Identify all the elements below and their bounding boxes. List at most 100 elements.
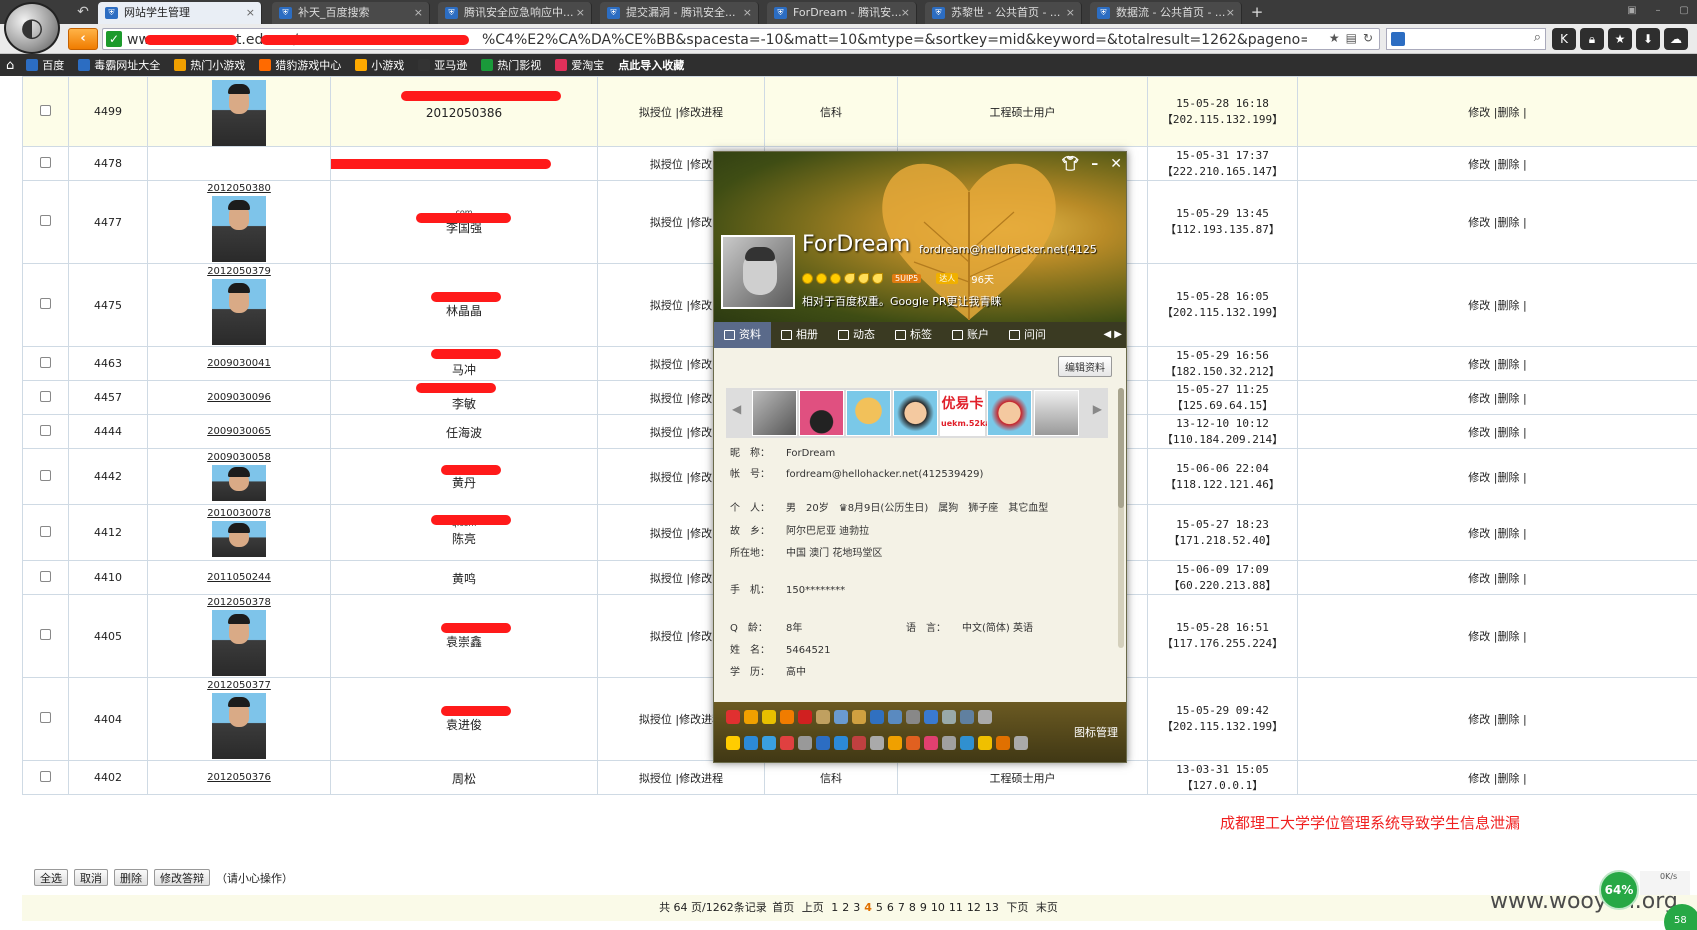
delete-link[interactable]: |删除 bbox=[1494, 392, 1520, 405]
home-icon[interactable]: ⌂ bbox=[6, 58, 14, 73]
favorites-icon[interactable]: ★ bbox=[1608, 28, 1632, 50]
profile-tab[interactable]: 相册 bbox=[771, 322, 828, 348]
memory-badge[interactable]: 64% bbox=[1599, 870, 1639, 910]
browser-tab[interactable]: ⛨ 补天_百度搜索 × bbox=[272, 2, 430, 24]
vip-badge[interactable]: 5UIP5 bbox=[892, 274, 922, 283]
row-checkbox[interactable] bbox=[40, 525, 51, 537]
kingsoft-icon[interactable]: K bbox=[1552, 28, 1576, 50]
edit-link[interactable]: 修改 bbox=[1468, 392, 1490, 405]
photo-thumb[interactable] bbox=[752, 390, 797, 436]
bookmark-item[interactable]: 百度 bbox=[26, 57, 64, 73]
search-box[interactable]: ⌕ bbox=[1386, 28, 1546, 50]
edit-process-link[interactable]: |修改 bbox=[686, 358, 712, 371]
edit-process-link[interactable]: |修改 bbox=[686, 471, 712, 484]
edit-process-link[interactable]: |修改 bbox=[686, 158, 712, 171]
student-id-link[interactable]: 2012050377 bbox=[149, 680, 330, 691]
page-number-link[interactable]: 1 bbox=[831, 901, 838, 914]
app-icon[interactable] bbox=[888, 736, 902, 750]
skin-icon[interactable]: ▣ bbox=[1619, 0, 1645, 24]
app-icon[interactable] bbox=[762, 710, 776, 724]
app-icon[interactable] bbox=[726, 736, 740, 750]
app-icon[interactable] bbox=[798, 710, 812, 724]
page-number-link[interactable]: 7 bbox=[898, 901, 905, 914]
bookmark-item[interactable]: 爱淘宝 bbox=[555, 57, 604, 73]
profile-tab[interactable]: 资料 bbox=[714, 322, 771, 348]
edit-process-link[interactable]: |修改进程 bbox=[675, 772, 723, 785]
page-number-link[interactable]: 8 bbox=[909, 901, 916, 914]
app-icon[interactable] bbox=[978, 710, 992, 724]
student-id-link[interactable]: 2012050379 bbox=[149, 266, 330, 277]
app-icon[interactable] bbox=[852, 710, 866, 724]
photo-thumb[interactable] bbox=[799, 390, 844, 436]
profile-tab[interactable]: 标签 bbox=[885, 322, 942, 348]
app-icon[interactable] bbox=[870, 736, 884, 750]
chevron-left-icon[interactable]: ◀ bbox=[732, 402, 741, 416]
bookmark-item[interactable]: 猎豹游戏中心 bbox=[259, 57, 341, 73]
talent-badge[interactable]: 达人 bbox=[936, 273, 959, 284]
app-icon[interactable] bbox=[960, 710, 974, 724]
edit-link[interactable]: 修改 bbox=[1468, 216, 1490, 229]
close-tab-icon[interactable]: × bbox=[414, 2, 423, 24]
bookmark-item[interactable]: 小游戏 bbox=[355, 57, 404, 73]
delete-link[interactable]: |删除 bbox=[1494, 527, 1520, 540]
app-icon[interactable] bbox=[978, 736, 992, 750]
address-bar[interactable]: ✓ wwt.edu.cn/%C4%E2%CA%DA%CE%BB&spacesta… bbox=[102, 28, 1380, 50]
page-number-link[interactable]: 10 bbox=[931, 901, 945, 914]
edit-process-link[interactable]: |修改 bbox=[686, 630, 712, 643]
memory-badge-secondary[interactable]: 58 bbox=[1664, 904, 1697, 930]
first-page-link[interactable]: 首页 bbox=[772, 901, 794, 914]
delete-link[interactable]: |删除 bbox=[1494, 216, 1520, 229]
student-id-link[interactable]: 2010030078 bbox=[149, 508, 330, 519]
app-icon[interactable] bbox=[852, 736, 866, 750]
change-reply-button[interactable]: 修改答辩 bbox=[154, 869, 210, 886]
student-id-link[interactable]: 2009030096 bbox=[149, 392, 330, 403]
app-icon[interactable] bbox=[744, 736, 758, 750]
app-icon[interactable] bbox=[960, 736, 974, 750]
photo-thumb[interactable] bbox=[987, 390, 1032, 436]
row-checkbox[interactable] bbox=[40, 469, 51, 481]
bookmark-item[interactable]: 点此导入收藏 bbox=[618, 57, 684, 73]
row-checkbox[interactable] bbox=[40, 298, 51, 309]
edit-link[interactable]: 修改 bbox=[1468, 299, 1490, 312]
edit-link[interactable]: 修改 bbox=[1468, 713, 1490, 726]
app-icon[interactable] bbox=[726, 710, 740, 724]
new-tab-button[interactable]: + bbox=[1246, 2, 1268, 22]
delete-link[interactable]: |删除 bbox=[1494, 426, 1520, 439]
close-tab-icon[interactable]: × bbox=[1066, 2, 1075, 24]
chevron-right-icon[interactable]: ▶ bbox=[1093, 402, 1102, 416]
edit-link[interactable]: 修改 bbox=[1468, 426, 1490, 439]
edit-process-link[interactable]: |修改 bbox=[686, 216, 712, 229]
edit-link[interactable]: 修改 bbox=[1468, 772, 1490, 785]
close-tab-icon[interactable]: × bbox=[743, 2, 752, 24]
row-checkbox[interactable] bbox=[40, 104, 51, 116]
delete-link[interactable]: |删除 bbox=[1494, 106, 1520, 119]
close-tab-icon[interactable]: × bbox=[576, 2, 585, 24]
photo-thumb[interactable]: 优易卡 uekm.52ka bbox=[940, 390, 991, 436]
app-icon[interactable] bbox=[780, 710, 794, 724]
icon-manager-link[interactable]: 图标管理 bbox=[1074, 724, 1118, 740]
app-icon[interactable] bbox=[888, 710, 902, 724]
close-tab-icon[interactable]: × bbox=[901, 2, 910, 24]
edit-link[interactable]: 修改 bbox=[1468, 158, 1490, 171]
profile-tab[interactable]: 账户 bbox=[942, 322, 999, 348]
edit-process-link[interactable]: |修改 bbox=[686, 527, 712, 540]
browser-tab[interactable]: ⛨ 数据流 - 公共首页 - ... × bbox=[1090, 2, 1242, 24]
delete-link[interactable]: |删除 bbox=[1494, 713, 1520, 726]
delete-button[interactable]: 删除 bbox=[114, 869, 148, 886]
row-checkbox[interactable] bbox=[40, 712, 51, 723]
app-icon[interactable] bbox=[780, 736, 794, 750]
edit-process-link[interactable]: |修改进程 bbox=[675, 106, 723, 119]
row-checkbox[interactable] bbox=[40, 215, 51, 226]
row-checkbox[interactable] bbox=[40, 156, 51, 168]
page-icon[interactable]: ▤ bbox=[1346, 31, 1357, 45]
page-number-link[interactable]: 2 bbox=[842, 901, 849, 914]
student-id-link[interactable]: 2012050376 bbox=[149, 772, 330, 783]
bookmark-item[interactable]: 亚马逊 bbox=[418, 57, 467, 73]
maximize-icon[interactable]: ▢ bbox=[1671, 0, 1697, 24]
app-icon[interactable] bbox=[816, 736, 830, 750]
browser-tab[interactable]: ⛨ 苏黎世 - 公共首页 - ... × bbox=[925, 2, 1082, 24]
skin-icon[interactable]: 👕︎ bbox=[1061, 156, 1079, 172]
app-icon[interactable] bbox=[906, 736, 920, 750]
browser-tab[interactable]: ⛨ ForDream - 腾讯安... × bbox=[767, 2, 917, 24]
browser-tab[interactable]: ⛨ 提交漏洞 - 腾讯安全... × bbox=[600, 2, 759, 24]
